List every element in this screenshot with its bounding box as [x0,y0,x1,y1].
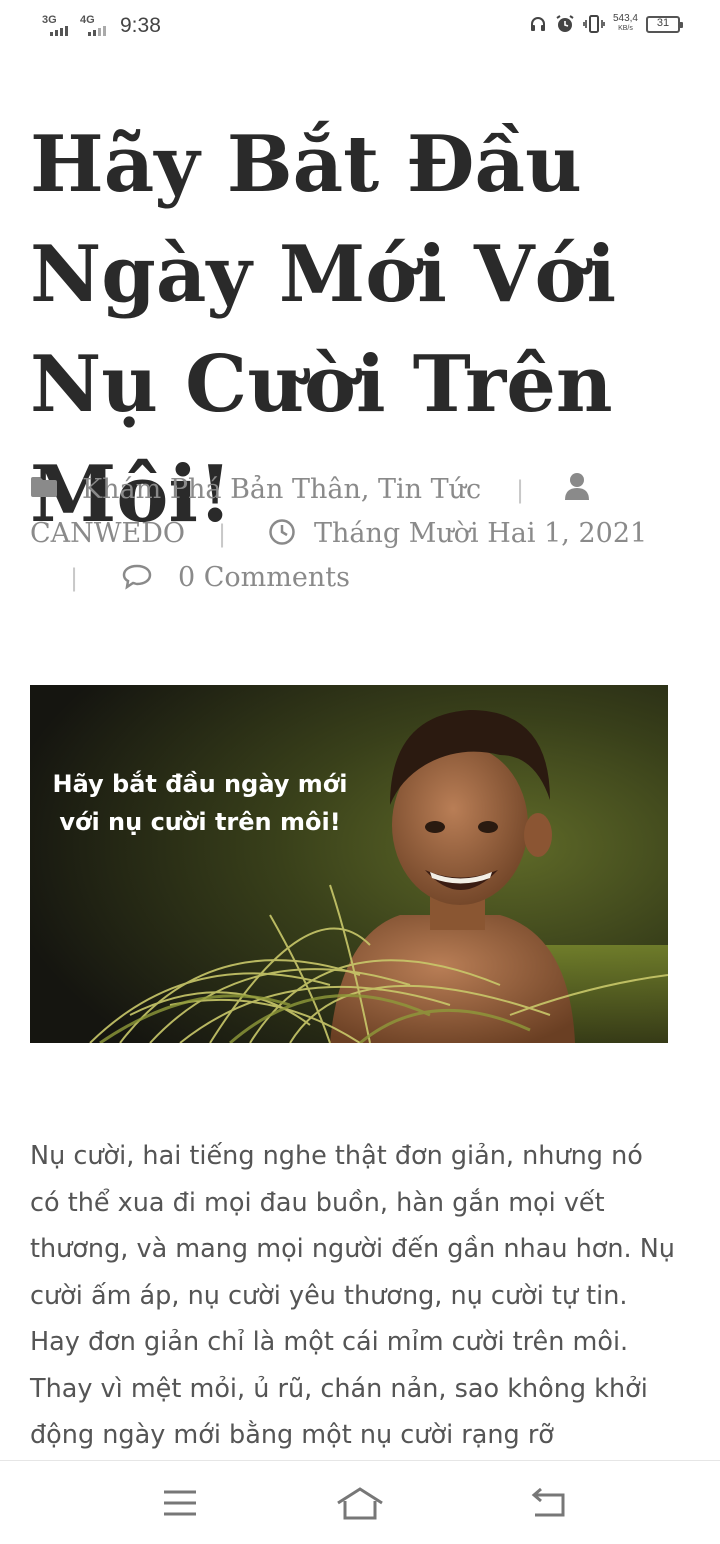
vibrate-icon [583,15,605,33]
menu-button[interactable] [152,1483,208,1523]
network-speed: 543,4 KB/s [612,13,638,33]
back-icon [531,1487,565,1517]
battery-icon: 31 [646,15,683,33]
user-icon [565,473,589,500]
article-comments-link[interactable]: 0 Comments [178,556,350,600]
article-date: Tháng Mười Hai 1, 2021 [314,518,648,549]
meta-divider: | [516,476,525,504]
meta-divider: | [70,564,79,592]
system-navigation-bar [0,1460,720,1544]
menu-icon [164,1490,196,1516]
back-button[interactable] [520,1483,576,1523]
article-author[interactable]: CANWEDO [30,512,185,556]
clock-icon [269,519,295,545]
status-bar: 3G 4G 9:38 543,4 KB/s 31 [0,0,720,58]
home-icon [337,1487,383,1520]
network-type-4g: 4G [80,14,95,26]
comment-icon [122,564,152,590]
folder-icon [31,477,57,497]
signal-3g-icon: 3G [42,14,72,38]
signal-4g-icon: 4G [80,14,110,38]
alarm-icon [556,15,574,32]
network-type-3g: 3G [42,14,57,26]
home-button[interactable] [332,1483,388,1523]
meta-divider: | [218,520,227,548]
smiling-child-photo [30,685,668,1043]
battery-level: 31 [656,16,670,29]
article-meta: Khám Phá Bản Thân, Tin Tức | CANWEDO | T… [30,468,690,600]
headphones-icon [530,17,545,31]
clock: 9:38 [120,14,161,37]
article-featured-image: Hãy bắt đầu ngày mới với nụ cười trên mô… [30,685,668,1043]
article-body: Nụ cười, hai tiếng nghe thật đơn giản, n… [30,1141,675,1450]
article-categories[interactable]: Khám Phá Bản Thân, Tin Tức [82,468,481,512]
image-caption: Hãy bắt đầu ngày mới với nụ cười trên mô… [52,770,348,836]
